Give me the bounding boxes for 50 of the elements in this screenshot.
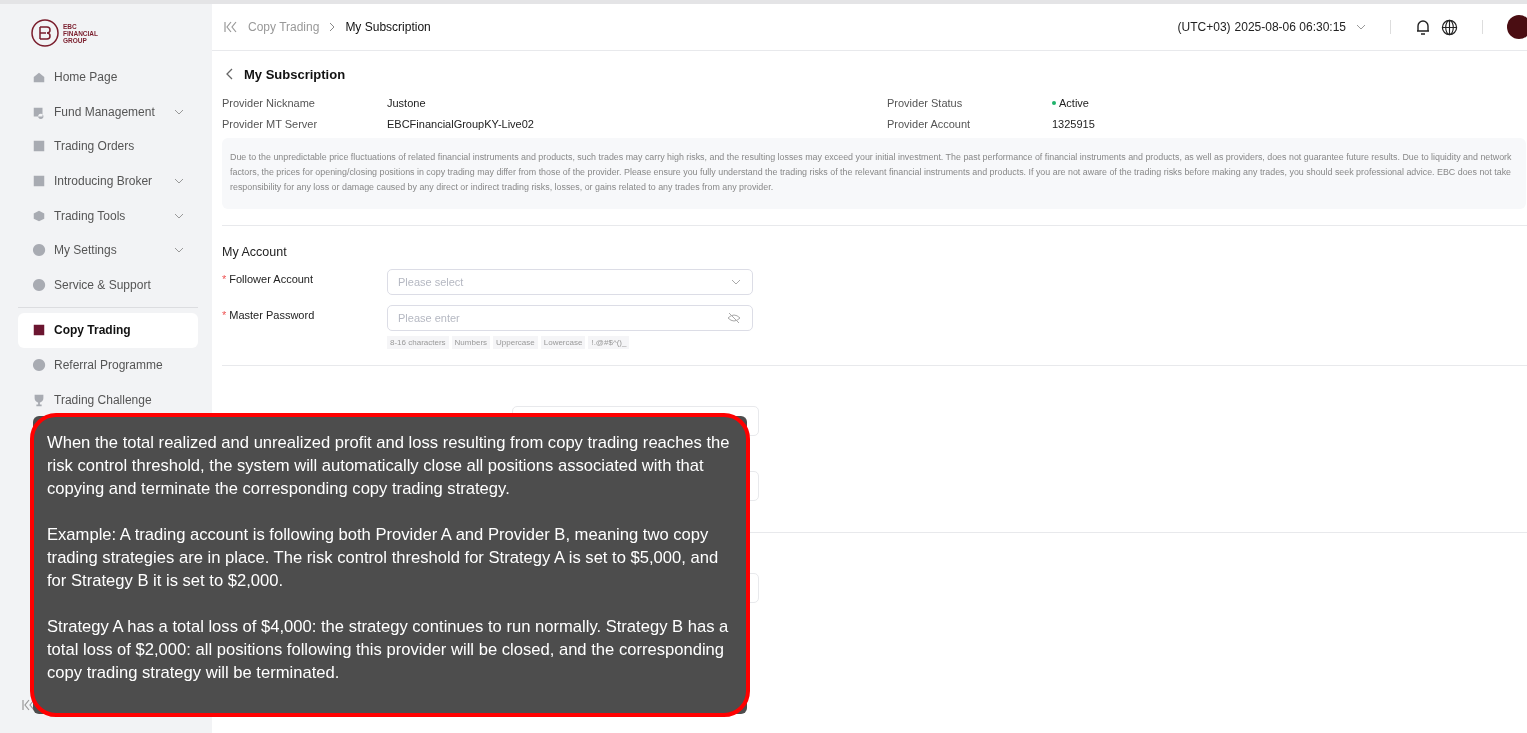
password-rule-tag: 8-16 characters bbox=[387, 336, 449, 349]
house-icon bbox=[32, 70, 46, 85]
sidebar-item[interactable]: Trading Orders bbox=[18, 129, 198, 164]
sidebar-item[interactable]: Introducing Broker bbox=[18, 163, 198, 199]
password-rule-tag: Lowercase bbox=[540, 336, 586, 349]
chevron-right-icon bbox=[329, 22, 336, 32]
breadcrumb-item[interactable]: My Subscription bbox=[345, 20, 431, 34]
sidebar-item[interactable]: My Settings bbox=[18, 232, 198, 268]
sidebar-item[interactable]: Trading Challenge bbox=[18, 382, 198, 417]
globe-icon[interactable] bbox=[1441, 18, 1458, 36]
info-label: Provider Account bbox=[887, 118, 972, 130]
password-field[interactable]: Please enter bbox=[387, 305, 753, 331]
field-label: Follower Account bbox=[229, 273, 314, 285]
avatar[interactable] bbox=[1507, 15, 1527, 39]
cube-icon bbox=[32, 208, 46, 223]
page-title: My Subscription bbox=[244, 66, 346, 82]
back-icon[interactable] bbox=[226, 68, 234, 80]
field-label: Master Password bbox=[229, 309, 315, 321]
sidebar-item[interactable]: Fund Management bbox=[18, 94, 198, 130]
collapse-icon[interactable] bbox=[22, 699, 36, 711]
password-rule-tag: Numbers bbox=[451, 336, 491, 349]
sidebar-item[interactable]: Trading Tools bbox=[18, 198, 198, 233]
sidebar-item[interactable]: Referral Programme bbox=[18, 347, 198, 383]
required-mark: * bbox=[222, 309, 227, 321]
info-label: Provider Status bbox=[887, 97, 964, 109]
info-value: Justone bbox=[387, 97, 426, 109]
tooltip-paragraph: Strategy A has a total loss of $4,000: the strategy continues to run normally. Strategy B has a total loss of $2,000: all positions following this provider will be closed, and the corresponding copy trading strategy will be terminated. bbox=[47, 616, 730, 684]
section-title: My Account bbox=[222, 245, 288, 259]
chevron-down-icon bbox=[731, 279, 741, 285]
sidebar-item[interactable]: Home Page bbox=[18, 60, 198, 95]
tooltip-paragraph: Example: A trading account is following both Provider A and Provider B, meaning two copy trading strategies are in place. The risk control threshold for Strategy A is set to $5,000, and for Strategy B it is set to $2,000. bbox=[47, 524, 720, 592]
info-value: 1325915 bbox=[1052, 118, 1095, 130]
chevron-down-icon[interactable] bbox=[1356, 24, 1366, 30]
info-label: Provider MT Server bbox=[222, 118, 319, 130]
sidebar-item[interactable]: Service & Support bbox=[18, 267, 198, 303]
info-label: Provider Nickname bbox=[222, 97, 316, 109]
datetime-label[interactable]: 2025-08-06 06:30:15 bbox=[1234, 20, 1346, 34]
trophy-icon bbox=[32, 392, 46, 407]
logo-icon bbox=[30, 18, 60, 48]
required-mark: * bbox=[222, 273, 227, 285]
timezone-label[interactable]: (UTC+03) bbox=[1177, 20, 1231, 34]
sidebar-item[interactable]: Copy Trading bbox=[18, 313, 198, 348]
info-value: Active bbox=[1059, 97, 1089, 109]
password-rule-tag: !.@#$^()_ bbox=[588, 336, 630, 349]
select-field[interactable]: Please select bbox=[387, 269, 753, 295]
tooltip-paragraph: When the total realized and unrealized profit and loss resulting from copy trading reaches the risk control threshold, the system will automatically close all positions associated with that copying and terminate the corresponding copy trading strategy. bbox=[47, 432, 731, 500]
password-rule-tag: Uppercase bbox=[493, 336, 538, 349]
disclaimer-text: Due to the unpredictable price fluctuations of related financial instruments and products, such trades may carry high risks, and the resulting losses may exceed your initial investment. The past performance of financial instruments and products, as well as providers, does not guarantee future results. Due to liquidity and network factors, the prices for opening/closing positions in copy trading may differ from those of the provider. Please ensure you fully understand the trading risks of the relevant financial instruments and products. If you are not aware of the trading risks before making any trades, you should seek professional advice. EBC does not take responsibility for any loss or damage caused by any direct or indirect trading risks, losses, or gains related to any trades from any provider. bbox=[222, 138, 1526, 209]
bell-icon[interactable] bbox=[1415, 18, 1431, 36]
info-value: EBCFinancialGroupKY-Live02 bbox=[387, 118, 534, 130]
